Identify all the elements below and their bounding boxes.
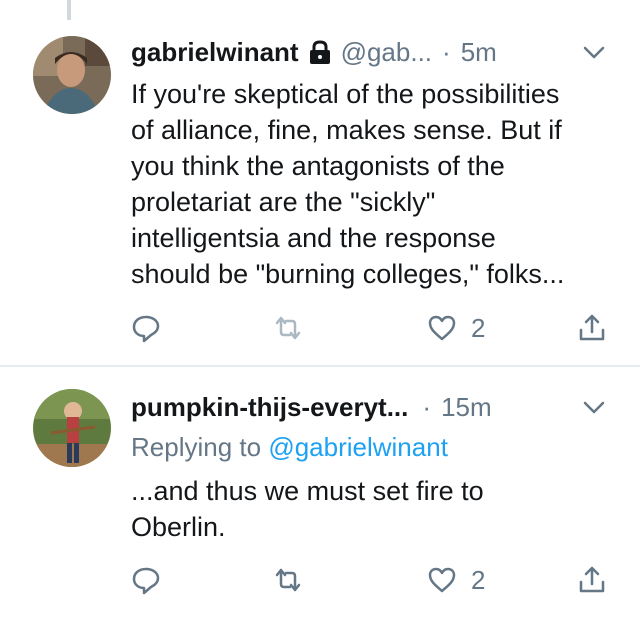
- tweet-text-line: you think the antagonists of the: [131, 151, 505, 181]
- tweet[interactable]: gabrielwinant @gab... · 5m If you're ske…: [0, 0, 640, 365]
- display-name[interactable]: pumpkin-thijs-everyt...: [131, 392, 408, 423]
- handle[interactable]: @gab...: [341, 37, 432, 68]
- replying-to: Replying to @gabrielwinant: [131, 432, 448, 463]
- tweet-header: pumpkin-thijs-everyt... · 15m: [131, 392, 492, 422]
- separator: ·: [422, 391, 432, 422]
- tweet-text-line: of alliance, fine, makes sense. But if: [131, 115, 562, 145]
- display-name[interactable]: gabrielwinant: [131, 37, 299, 68]
- tweet-text-line: Oberlin.: [131, 512, 226, 542]
- avatar[interactable]: [33, 389, 111, 467]
- chevron-down-icon[interactable]: [583, 401, 605, 415]
- action-bar: 2: [131, 564, 611, 596]
- reply-icon: [132, 315, 160, 343]
- share-icon: [579, 566, 605, 593]
- retweet-button[interactable]: [273, 564, 303, 596]
- timestamp[interactable]: 15m: [441, 392, 492, 423]
- tweet-text: If you're skeptical of the possibilities…: [131, 76, 564, 292]
- avatar[interactable]: [33, 36, 111, 114]
- like-icon: [428, 567, 456, 593]
- replying-to-label: Replying to: [131, 432, 262, 462]
- share-icon: [579, 314, 605, 341]
- tweet-text-line: If you're skeptical of the possibilities: [131, 79, 560, 109]
- like-button[interactable]: 2: [427, 312, 485, 344]
- retweet-button[interactable]: [273, 312, 303, 344]
- reply-icon: [132, 567, 160, 595]
- action-bar: 2: [131, 312, 611, 344]
- retweet-icon: [275, 316, 301, 340]
- separator: ·: [442, 36, 451, 67]
- like-count: 2: [471, 564, 486, 595]
- tweet-text-line: should be "burning colleges," folks...: [131, 259, 565, 289]
- share-button[interactable]: [577, 312, 607, 344]
- tweet-text-line: ...and thus we must set fire to: [131, 476, 484, 506]
- chevron-down-icon[interactable]: [583, 46, 605, 60]
- share-button[interactable]: [577, 564, 607, 596]
- tweet-text: ...and thus we must set fire to Oberlin.: [131, 473, 484, 545]
- replying-to-mention[interactable]: @gabrielwinant: [268, 432, 448, 462]
- tweet-header: gabrielwinant @gab... · 5m: [131, 37, 497, 67]
- retweet-icon: [275, 568, 301, 592]
- like-count: 2: [471, 312, 486, 343]
- reply-button[interactable]: [131, 564, 161, 596]
- timestamp[interactable]: 5m: [461, 37, 497, 68]
- like-button[interactable]: 2: [427, 564, 485, 596]
- like-icon: [428, 315, 456, 341]
- reply-button[interactable]: [131, 312, 161, 344]
- tweet[interactable]: pumpkin-thijs-everyt... · 15m Replying t…: [0, 365, 640, 617]
- lock-icon: [309, 40, 330, 64]
- tweet-text-line: intelligentsia and the response: [131, 223, 496, 253]
- tweet-text-line: proletariat are the "sickly": [131, 187, 436, 217]
